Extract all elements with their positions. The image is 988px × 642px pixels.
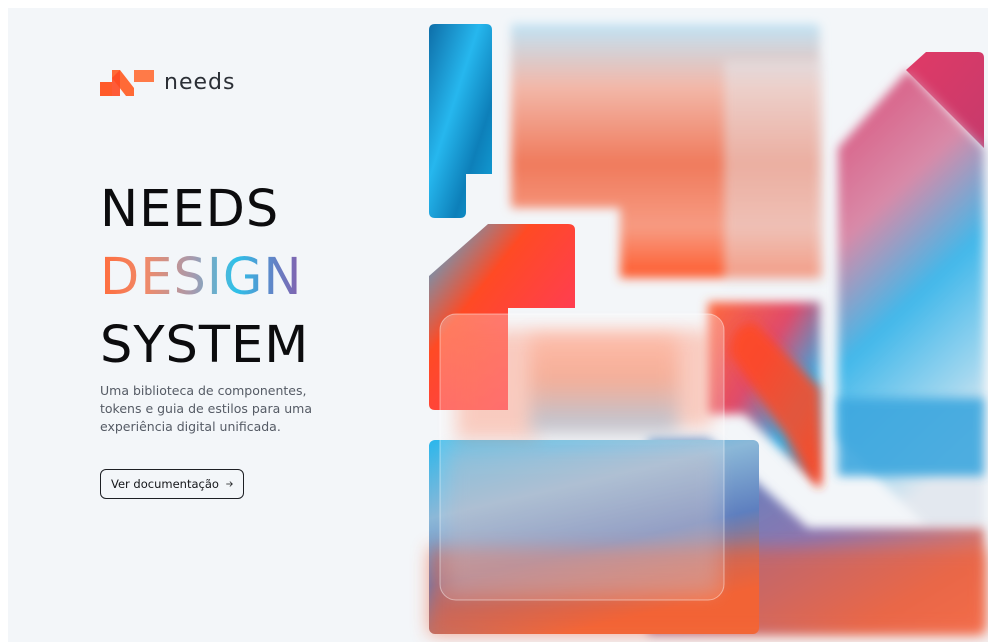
view-docs-button-label: Ver documentação <box>111 477 219 491</box>
landing-page: needs NEEDS DESIGN SYSTEM Uma biblioteca… <box>8 8 988 642</box>
view-docs-button[interactable]: Ver documentação <box>100 469 244 499</box>
brand-logo[interactable]: needs <box>100 68 235 96</box>
arrow-right-icon <box>226 481 233 487</box>
title-line-1: NEEDS <box>100 180 280 239</box>
brand-name: needs <box>164 69 236 95</box>
needs-logo-mark-icon <box>100 70 154 96</box>
title-line-2: DESIGN <box>100 244 309 312</box>
hero-description: Uma biblioteca de componentes, tokens e … <box>100 383 312 434</box>
page-title: NEEDS DESIGN SYSTEM <box>100 176 309 380</box>
title-line-3: SYSTEM <box>100 316 310 375</box>
